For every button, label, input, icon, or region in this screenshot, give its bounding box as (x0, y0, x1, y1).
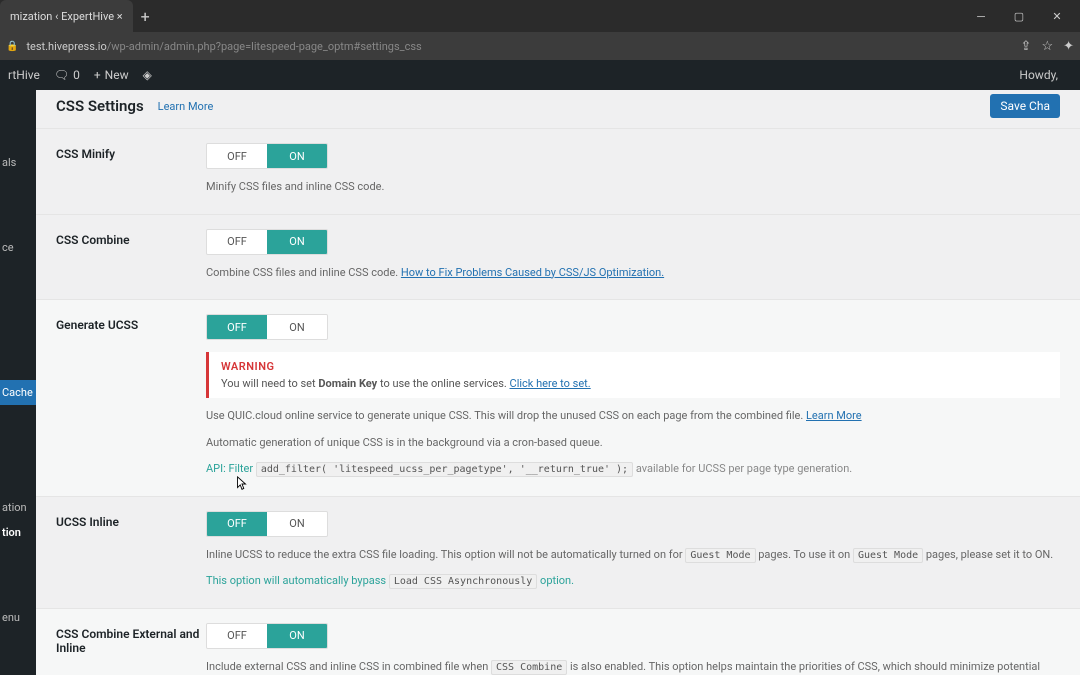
warning-text: You will need to set Domain Key to use t… (221, 377, 1048, 390)
toggle-on[interactable]: ON (267, 512, 327, 536)
sidebar-item[interactable]: ce (0, 235, 36, 260)
lock-icon: 🔒 (6, 41, 18, 52)
toggle-off[interactable]: OFF (207, 315, 267, 339)
sidebar-item[interactable]: enu (0, 605, 36, 630)
link-fix-problems[interactable]: How to Fix Problems Caused by CSS/JS Opt… (401, 266, 664, 279)
settings-content: CSS Settings Learn More Save Cha CSS Min… (36, 90, 1080, 675)
learn-more-link[interactable]: Learn More (158, 100, 214, 113)
adminbar-howdy[interactable]: Howdy, (1019, 68, 1058, 82)
sidebar-item[interactable]: als (0, 150, 36, 175)
wp-adminbar: rtHive 🗨 0 + New ◈ Howdy, (0, 60, 1080, 90)
warning-box: WARNING You will need to set Domain Key … (206, 352, 1060, 398)
url-path: /wp-admin/admin.php?page=litespeed-page_… (107, 40, 422, 53)
desc-ucss-1: Use QUIC.cloud online service to generat… (206, 408, 1060, 425)
adminbar-new[interactable]: + New (94, 68, 129, 82)
toggle-on[interactable]: ON (267, 624, 327, 648)
row-css-combine-ext: CSS Combine External and Inline OFF ON I… (36, 608, 1080, 675)
row-generate-ucss: Generate UCSS OFF ON WARNING You will ne… (36, 299, 1080, 496)
admin-sidebar: als ce Cache ation tion enu (0, 90, 36, 675)
desc-ucss-inline-1: Inline UCSS to reduce the extra CSS file… (206, 547, 1060, 564)
api-code: add_filter( 'litespeed_ucss_per_pagetype… (256, 462, 633, 477)
desc-css-combine-ext: Include external CSS and inline CSS in c… (206, 659, 1060, 675)
page-title-row: CSS Settings Learn More Save Cha (36, 90, 1080, 128)
learn-more-link[interactable]: Learn More (806, 409, 862, 422)
sidebar-item-active[interactable]: Cache (0, 380, 36, 405)
row-css-minify: CSS Minify OFF ON Minify CSS files and i… (36, 128, 1080, 214)
browser-tab-bar: mization ‹ ExpertHive × + ─ ▢ ✕ (0, 0, 1080, 32)
desc-ucss-api: API: Filter add_filter( 'litespeed_ucss_… (206, 461, 1060, 478)
sidebar-subitem-active[interactable]: tion (0, 520, 36, 545)
warning-title: WARNING (221, 360, 1048, 373)
toggle-off[interactable]: OFF (207, 624, 267, 648)
share-icon[interactable]: ⇪ (1021, 39, 1032, 54)
label-generate-ucss: Generate UCSS (56, 314, 206, 478)
page-title: CSS Settings (56, 97, 144, 115)
toggle-css-minify[interactable]: OFF ON (206, 143, 328, 169)
adminbar-comments[interactable]: 🗨 0 (54, 68, 80, 82)
toggle-on[interactable]: ON (267, 144, 327, 168)
label-css-combine-ext: CSS Combine External and Inline (56, 623, 206, 675)
address-bar[interactable]: test.hivepress.io/wp-admin/admin.php?pag… (26, 40, 1012, 53)
adminbar-site[interactable]: rtHive (8, 68, 40, 82)
toggle-off[interactable]: OFF (207, 512, 267, 536)
toggle-off[interactable]: OFF (207, 144, 267, 168)
minimize-button[interactable]: ─ (964, 3, 998, 29)
desc-css-minify: Minify CSS files and inline CSS code. (206, 179, 1060, 196)
label-ucss-inline: UCSS Inline (56, 511, 206, 590)
address-bar-row: 🔒 test.hivepress.io/wp-admin/admin.php?p… (0, 32, 1080, 60)
toggle-on[interactable]: ON (267, 230, 327, 254)
addr-icons: ⇪ ☆ ✦ (1021, 39, 1074, 54)
toggle-generate-ucss[interactable]: OFF ON (206, 314, 328, 340)
bookmark-icon[interactable]: ☆ (1041, 39, 1053, 54)
label-css-combine: CSS Combine (56, 229, 206, 282)
new-tab-button[interactable]: + (141, 7, 150, 26)
toggle-ucss-inline[interactable]: OFF ON (206, 511, 328, 537)
save-button[interactable]: Save Cha (990, 94, 1060, 118)
extensions-icon[interactable]: ✦ (1063, 39, 1074, 54)
desc-css-combine: Combine CSS files and inline CSS code. H… (206, 265, 1060, 282)
url-host: test.hivepress.io (26, 40, 106, 53)
sidebar-subitem[interactable]: ation (0, 495, 36, 520)
link-click-here-set[interactable]: Click here to set. (510, 377, 591, 390)
maximize-button[interactable]: ▢ (1002, 3, 1036, 29)
toggle-on[interactable]: ON (267, 315, 327, 339)
browser-tab[interactable]: mization ‹ ExpertHive × (0, 0, 133, 32)
adminbar-litespeed-icon[interactable]: ◈ (143, 68, 152, 82)
toggle-css-combine-ext[interactable]: OFF ON (206, 623, 328, 649)
label-css-minify: CSS Minify (56, 143, 206, 196)
toggle-off[interactable]: OFF (207, 230, 267, 254)
desc-ucss-2: Automatic generation of unique CSS is in… (206, 435, 1060, 452)
row-css-combine: CSS Combine OFF ON Combine CSS files and… (36, 214, 1080, 300)
window-controls: ─ ▢ ✕ (964, 3, 1080, 29)
desc-ucss-inline-2: This option will automatically bypass Lo… (206, 573, 1060, 590)
tab-title: mization ‹ ExpertHive × (10, 10, 123, 23)
toggle-css-combine[interactable]: OFF ON (206, 229, 328, 255)
row-ucss-inline: UCSS Inline OFF ON Inline UCSS to reduce… (36, 496, 1080, 608)
close-window-button[interactable]: ✕ (1040, 3, 1074, 29)
